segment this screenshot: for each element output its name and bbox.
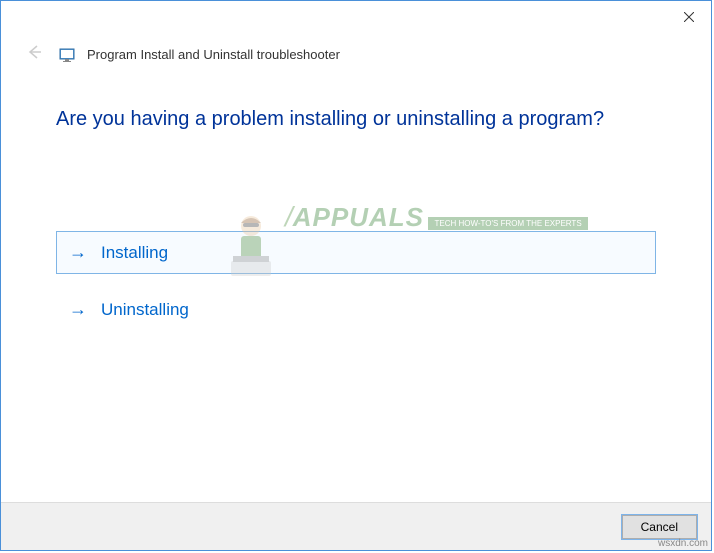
- arrow-right-icon: →: [69, 242, 87, 263]
- titlebar: [1, 1, 711, 33]
- footer: Cancel: [1, 502, 711, 550]
- option-uninstalling[interactable]: → Uninstalling: [56, 288, 656, 331]
- source-tag: wsxdn.com: [658, 538, 708, 549]
- option-label: Uninstalling: [101, 300, 189, 320]
- close-icon: [684, 12, 694, 22]
- header: Program Install and Uninstall troublesho…: [1, 33, 711, 78]
- arrow-right-icon: →: [69, 299, 87, 320]
- page-heading: Are you having a problem installing or u…: [56, 108, 656, 131]
- option-label: Installing: [101, 243, 168, 263]
- back-arrow-icon: [21, 41, 47, 68]
- troubleshooter-window: Program Install and Uninstall troublesho…: [0, 0, 712, 551]
- content-area: Are you having a problem installing or u…: [1, 78, 711, 331]
- troubleshooter-icon: [59, 47, 75, 63]
- window-title: Program Install and Uninstall troublesho…: [87, 47, 340, 62]
- cancel-button[interactable]: Cancel: [622, 515, 697, 539]
- option-installing[interactable]: → Installing: [56, 231, 656, 274]
- close-button[interactable]: [666, 2, 711, 32]
